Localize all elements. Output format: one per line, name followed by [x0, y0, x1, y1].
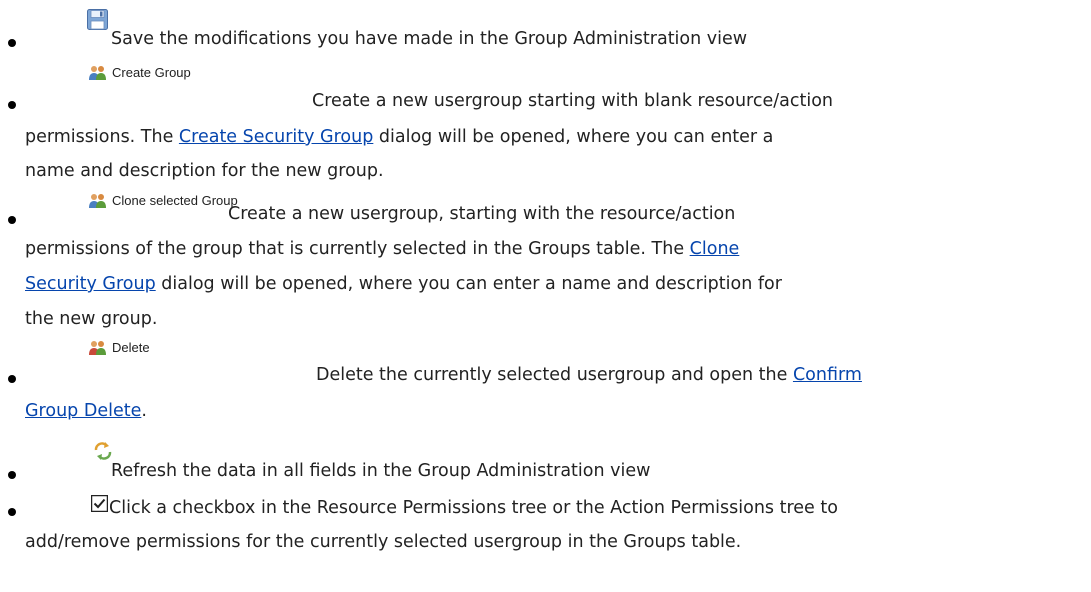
create-group-description: Create a new usergroup starting with bla…: [312, 91, 833, 111]
save-icon: [87, 9, 108, 30]
confirm-group-delete-link[interactable]: Confirm: [793, 365, 862, 385]
delete-group-button: Delete: [88, 340, 150, 356]
checkbox-description-line2: add/remove permissions for the currently…: [25, 532, 742, 552]
clone-group-label: Clone selected Group: [112, 193, 238, 208]
create-group-button: Create Group: [88, 65, 191, 81]
clone-group-button: Clone selected Group: [88, 193, 238, 209]
refresh-icon: [94, 442, 112, 460]
save-description: Save the modifications you have made in …: [111, 29, 748, 49]
bullet: [8, 39, 16, 47]
create-group-description-line3: name and description for the new group.: [25, 161, 384, 181]
refresh-description: Refresh the data in all fields in the Gr…: [111, 461, 651, 481]
clone-group-description-line2: permissions of the group that is current…: [25, 239, 740, 259]
clone-security-group-link-cont[interactable]: Security Group: [25, 274, 156, 294]
checkbox-icon: [91, 495, 108, 512]
bullet: [8, 471, 16, 479]
bullet: [8, 508, 16, 516]
bullet: [8, 216, 16, 224]
clone-security-group-link[interactable]: Clone: [690, 239, 740, 259]
confirm-group-delete-link-cont[interactable]: Group Delete: [25, 401, 141, 421]
delete-group-description: Delete the currently selected usergroup …: [316, 365, 862, 385]
bullet: [8, 375, 16, 383]
delete-group-icon: [89, 341, 106, 355]
delete-group-description-line2: Group Delete.: [25, 401, 147, 421]
clone-group-description-line4: the new group.: [25, 309, 158, 329]
create-security-group-link[interactable]: Create Security Group: [179, 127, 373, 147]
create-group-label: Create Group: [112, 65, 191, 80]
clone-group-description-line3: Security Group dialog will be opened, wh…: [25, 274, 782, 294]
checkbox-description: Click a checkbox in the Resource Permiss…: [109, 498, 838, 518]
clone-group-description: Create a new usergroup, starting with th…: [228, 204, 736, 224]
clone-group-icon: [89, 194, 106, 208]
create-group-icon: [89, 66, 106, 80]
create-group-description-line2: permissions. The Create Security Group d…: [25, 127, 774, 147]
delete-group-label: Delete: [112, 340, 150, 355]
bullet: [8, 101, 16, 109]
